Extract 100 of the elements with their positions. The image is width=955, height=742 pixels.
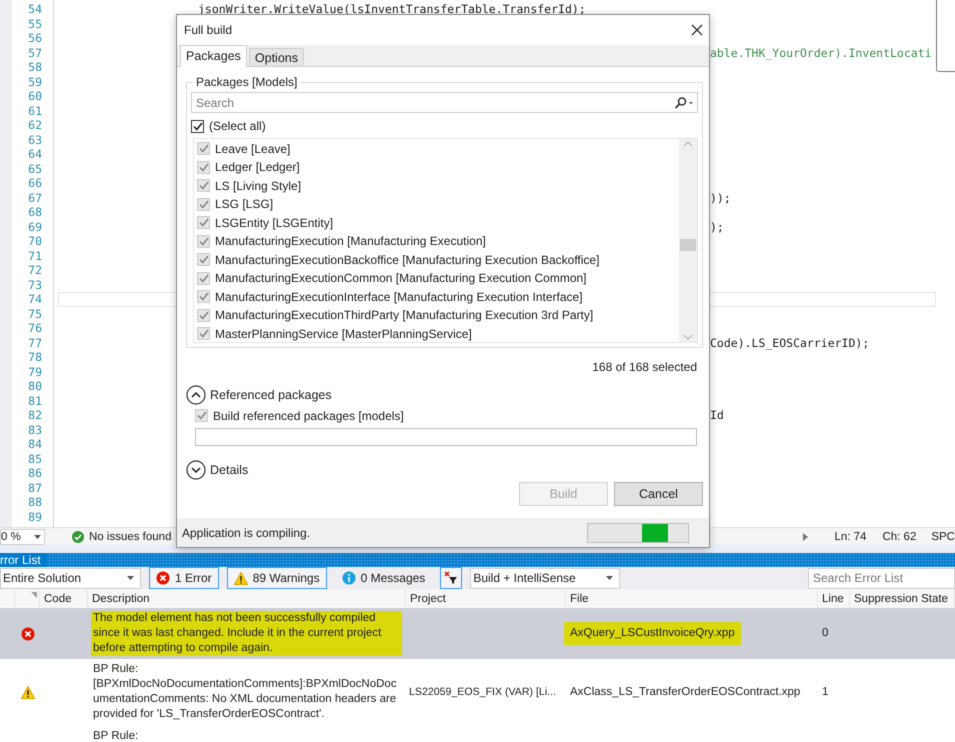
line-number: 73 <box>27 278 42 292</box>
column-header[interactable]: File <box>566 589 818 608</box>
close-icon[interactable] <box>691 24 703 36</box>
line-number: 67 <box>27 190 42 205</box>
selection-count: 168 of 168 selected <box>591 358 698 374</box>
line-number: 64 <box>27 147 42 162</box>
expander-button[interactable]: Referenced packages <box>186 384 332 404</box>
tab[interactable]: Options <box>248 48 304 67</box>
line-number: 81 <box>27 394 42 408</box>
line-number: 66 <box>27 176 42 190</box>
line-number: 60 <box>27 89 42 104</box>
description-text: The model element has not been successfully compiled since it was last changed. Include it in the current project before attempting to compile again. <box>91 611 402 656</box>
file-text: AxQuery_LSCustInvoiceQry.xpp <box>564 622 741 645</box>
line-number: 65 <box>27 162 42 176</box>
chevron-down-icon[interactable] <box>186 460 206 480</box>
compile-status: Application is compiling. <box>182 526 310 540</box>
line-number: 75 <box>27 306 42 321</box>
expander-button[interactable]: Details <box>186 460 248 480</box>
column-header[interactable] <box>15 589 40 608</box>
line-number: 63 <box>27 132 42 147</box>
sort-icon[interactable] <box>31 592 37 598</box>
dialog-button[interactable]: Cancel <box>614 482 703 506</box>
chevron-up-icon[interactable] <box>186 384 206 404</box>
error-icon <box>156 571 170 585</box>
column-header[interactable]: Project <box>406 589 566 608</box>
code-text: Code).LS_EOSCarrierID); <box>710 336 870 350</box>
line-position: Ln: 74 <box>834 530 866 542</box>
error-row[interactable]: The model element has not been successfully compiled since it was last changed. Include it in the current project before attempting to compile again. AxQuery_LSCustInvoiceQry.xpp 0 <box>0 608 955 659</box>
filter-button[interactable]: 89 Warnings <box>226 567 327 589</box>
project-text: LS22059_EOS_FIX (VAR) [Li... <box>409 684 556 700</box>
checkbox-label: Build referenced packages [models] <box>213 408 404 423</box>
checkbox[interactable] <box>191 120 204 133</box>
line-number: 68 <box>27 205 42 220</box>
file-text: AxClass_LS_TransferOrderEOSContract.xpp <box>569 684 802 700</box>
column-header[interactable]: Code <box>40 589 88 608</box>
issues-status: No issues found <box>89 530 172 542</box>
line-number: 80 <box>27 379 42 394</box>
scroll-down-icon[interactable] <box>684 334 692 340</box>
line-number: 85 <box>27 452 42 466</box>
line-number: 89 <box>27 510 42 524</box>
warning-icon <box>20 686 34 698</box>
line-text: 0 <box>822 626 828 641</box>
line-number: 59 <box>27 74 42 89</box>
line-number: 58 <box>27 60 42 74</box>
line-number: 88 <box>27 495 42 510</box>
line-number: 74 <box>27 292 42 306</box>
error-icon <box>20 626 34 640</box>
line-number: 87 <box>27 480 42 495</box>
line-number: 61 <box>27 104 42 118</box>
column-position: Ch: 62 <box>882 530 916 542</box>
code-text: able.THK_YourOrder).InventLocati <box>710 46 932 60</box>
scroll-up-icon[interactable] <box>684 140 692 146</box>
line-number: 55 <box>27 16 42 31</box>
line-number: 71 <box>27 248 42 263</box>
line-number: 78 <box>27 350 42 364</box>
column-header[interactable]: Line <box>818 589 850 608</box>
scope-dropdown[interactable]: Entire Solution <box>0 568 141 588</box>
peek-panel <box>936 0 955 72</box>
line-number: 69 <box>27 220 42 234</box>
check-icon <box>72 530 84 542</box>
code-text: jsonWriter.WriteValue(lsInventTransferTable.TransferId); <box>198 2 586 16</box>
filter-button[interactable]: 0 Messages <box>334 567 432 589</box>
line-text: 1 <box>822 684 828 700</box>
scroll-thumb[interactable] <box>680 238 696 250</box>
line-number: 72 <box>27 263 42 278</box>
filter-button[interactable]: 1 Error <box>149 567 219 589</box>
line-number: 76 <box>27 321 42 336</box>
line-number: 70 <box>27 234 42 248</box>
caret-icon <box>606 576 614 580</box>
panel-title: rror List <box>0 553 47 567</box>
line-number: 82 <box>27 408 42 422</box>
code-text: ); <box>710 220 724 234</box>
column-header[interactable]: Description <box>88 589 406 608</box>
caret-icon <box>34 534 41 538</box>
whitespace-mode: SPC <box>931 530 955 542</box>
search-field[interactable]: Search <box>191 92 698 113</box>
column-header[interactable]: Suppression State <box>850 589 955 608</box>
line-number: 77 <box>27 336 42 350</box>
zoom-dropdown[interactable]: 0 % <box>0 528 45 544</box>
line-number: 84 <box>27 437 42 452</box>
warning-icon <box>234 572 248 584</box>
search-icon[interactable] <box>674 97 694 109</box>
checkbox-label: (Select all) <box>209 119 266 134</box>
source-dropdown[interactable]: Build + IntelliSense <box>470 568 620 588</box>
line-number: 79 <box>27 364 42 379</box>
line-number: 56 <box>27 31 42 46</box>
line-number: 57 <box>27 46 42 60</box>
line-number: 54 <box>27 2 42 16</box>
scrollbar[interactable] <box>679 138 697 342</box>
text-field[interactable] <box>195 428 697 446</box>
caret-icon <box>127 576 134 580</box>
info-icon <box>342 571 356 585</box>
scroll-right-icon[interactable] <box>803 532 808 540</box>
tab[interactable]: Packages <box>180 45 247 67</box>
code-text: )); <box>710 190 731 205</box>
group-title: Packages [Models] <box>195 75 298 89</box>
description-text: BP Rule: [BPXmlDocNoDocumentationComments]:BPXmlDocNoDocumentationComments: No XML documentation headers are provided for 'LS_TransferOrderEOSContract'. <box>92 662 398 722</box>
filter-icon[interactable] <box>440 567 462 589</box>
search-field[interactable]: Search Error List <box>808 568 955 588</box>
line-number: 62 <box>27 118 42 132</box>
